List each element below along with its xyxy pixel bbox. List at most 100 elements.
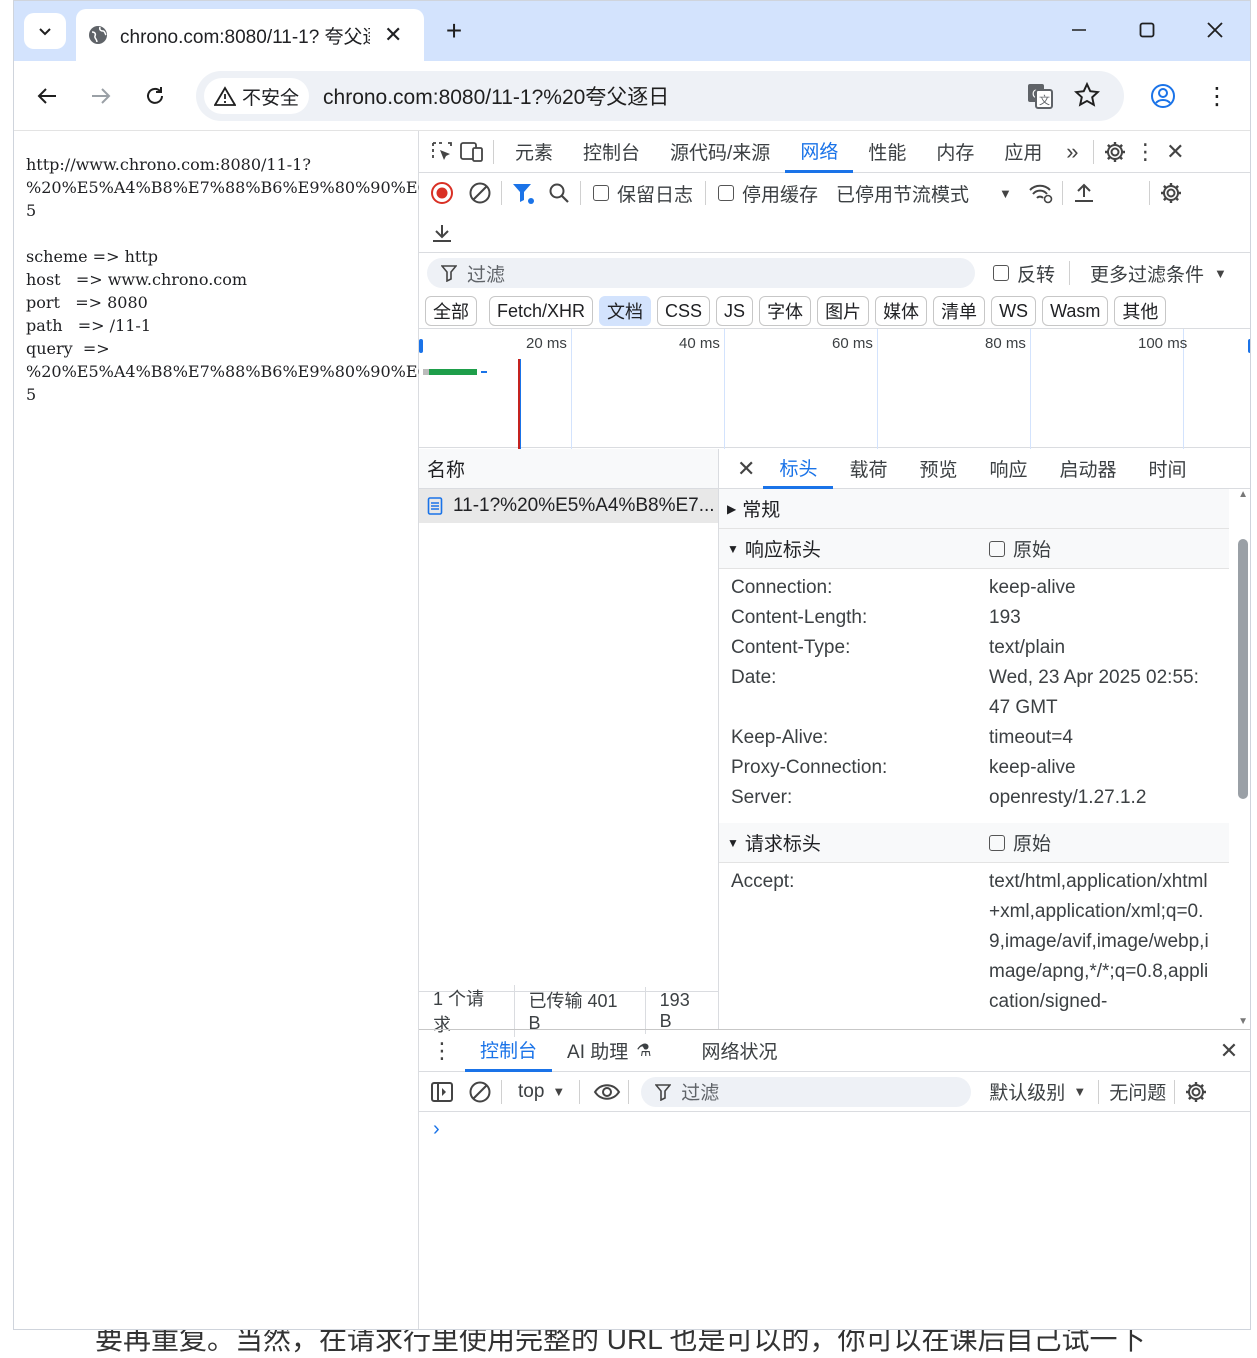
tab-payload[interactable]: 载荷 xyxy=(833,449,903,489)
request-headers-section[interactable]: ▼ 请求标头 原始 xyxy=(719,823,1229,863)
type-filter-chip[interactable]: 图片 xyxy=(817,296,870,326)
reload-button[interactable] xyxy=(140,81,170,111)
console-settings-icon[interactable] xyxy=(1181,1077,1211,1107)
disable-cache-checkbox[interactable]: 停用缓存 xyxy=(718,180,818,207)
invert-checkbox[interactable]: 反转 xyxy=(993,260,1055,287)
new-tab-button[interactable]: + xyxy=(438,15,470,47)
tab-initiator[interactable]: 启动器 xyxy=(1044,449,1133,489)
scroll-up-icon[interactable]: ▲ xyxy=(1238,489,1248,500)
tab-elements[interactable]: 元素 xyxy=(500,131,568,173)
network-timeline[interactable]: 20 ms 40 ms 60 ms 80 ms 100 ms xyxy=(419,328,1250,449)
export-har-icon[interactable] xyxy=(427,218,457,248)
close-details-icon[interactable]: ✕ xyxy=(737,456,755,482)
console-filter-input[interactable]: 过滤 xyxy=(641,1076,972,1107)
more-filters-dropdown[interactable]: 更多过滤条件 xyxy=(1090,260,1204,287)
close-devtools-icon[interactable]: ✕ xyxy=(1160,137,1190,167)
general-section-header[interactable]: ▶ 常规 xyxy=(719,489,1229,529)
tab-performance[interactable]: 性能 xyxy=(853,131,921,173)
console-prompt-icon[interactable]: › xyxy=(419,1112,1250,1147)
device-toolbar-icon[interactable] xyxy=(457,137,487,167)
tab-application[interactable]: 应用 xyxy=(989,131,1057,173)
general-label: 常规 xyxy=(742,500,781,521)
url-text[interactable]: chrono.com:8080/11-1?%20夸父逐日 xyxy=(323,81,669,111)
close-drawer-icon[interactable]: ✕ xyxy=(1214,1036,1244,1066)
browser-tab[interactable]: chrono.com:8080/11-1? 夸父逐日 ✕ xyxy=(76,9,424,61)
more-tabs-icon[interactable]: » xyxy=(1057,137,1087,167)
scroll-down-icon[interactable]: ▼ xyxy=(1238,1016,1248,1027)
settings-gear-icon[interactable] xyxy=(1100,137,1130,167)
import-har-icon[interactable] xyxy=(1069,178,1099,208)
tab-sources[interactable]: 源代码/来源 xyxy=(655,131,785,173)
tab-network[interactable]: 网络 xyxy=(785,131,854,173)
context-selector[interactable]: top xyxy=(518,1081,544,1103)
drawer-tabs: ⋮ 控制台 AI 助理 ⚗ 网络状况 ✕ xyxy=(419,1030,1250,1072)
type-filter-chip[interactable]: 其他 xyxy=(1114,296,1167,326)
preserve-log-label: 保留日志 xyxy=(617,184,694,206)
preserve-log-checkbox[interactable]: 保留日志 xyxy=(593,180,693,207)
tab-headers[interactable]: 标头 xyxy=(763,449,834,489)
network-settings-icon[interactable] xyxy=(1156,178,1186,208)
close-window-button[interactable] xyxy=(1200,15,1230,45)
throttling-select[interactable]: 已停用节流模式 xyxy=(836,180,969,207)
drawer-tab-network-conditions[interactable]: 网络状况 xyxy=(687,1030,793,1072)
type-filter-chip[interactable]: Wasm xyxy=(1042,296,1109,326)
live-expression-eye-icon[interactable] xyxy=(592,1077,622,1107)
log-level-dropdown[interactable]: 默认级别 xyxy=(989,1078,1065,1105)
tab-memory[interactable]: 内存 xyxy=(921,131,989,173)
drawer-menu-icon[interactable]: ⋮ xyxy=(427,1036,457,1066)
inspect-element-icon[interactable] xyxy=(427,137,457,167)
type-filter-chip[interactable]: CSS xyxy=(657,296,711,326)
security-chip[interactable]: 不安全 xyxy=(204,78,310,114)
search-icon[interactable] xyxy=(544,178,574,208)
type-filter-chip[interactable]: 全部 xyxy=(425,296,477,326)
type-filter-chip[interactable]: 字体 xyxy=(759,296,812,326)
type-filter-chip[interactable]: Fetch/XHR xyxy=(489,296,594,326)
record-stop-icon[interactable] xyxy=(427,178,457,208)
dropdown-arrow-icon[interactable]: ▼ xyxy=(999,186,1012,201)
response-headers-section[interactable]: ▼ 响应标头 原始 xyxy=(719,529,1229,569)
tab-preview[interactable]: 预览 xyxy=(903,449,973,489)
tab-search-button[interactable] xyxy=(24,13,66,49)
log-level-arrow-icon[interactable]: ▼ xyxy=(1073,1084,1086,1099)
address-bar[interactable]: 不安全 chrono.com:8080/11-1?%20夸父逐日 G文 xyxy=(196,71,1124,121)
close-tab-icon[interactable]: ✕ xyxy=(384,22,402,48)
drawer-tab-console[interactable]: 控制台 xyxy=(465,1030,553,1072)
response-raw-checkbox[interactable]: 原始 xyxy=(989,535,1051,562)
devtools-menu-icon[interactable]: ⋮ xyxy=(1130,137,1160,167)
clear-icon[interactable] xyxy=(465,178,495,208)
type-filter-chip[interactable]: 文档 xyxy=(599,296,652,326)
menu-button[interactable]: ⋮ xyxy=(1202,81,1232,111)
sidebar-toggle-icon[interactable] xyxy=(427,1077,457,1107)
request-raw-checkbox[interactable]: 原始 xyxy=(989,829,1051,856)
devtools-panel: 元素 控制台 源代码/来源 网络 性能 内存 应用 » ⋮ ✕ 保留日志 停用缓… xyxy=(419,131,1250,1329)
console-toolbar: top ▼ 过滤 默认级别 ▼ 无问题 xyxy=(419,1072,1250,1112)
request-row[interactable]: 11-1?%20%E5%A4%B8%E7... xyxy=(419,489,718,523)
back-button[interactable] xyxy=(32,81,62,111)
name-column-header[interactable]: 名称 xyxy=(419,449,718,489)
type-filter-chip[interactable]: WS xyxy=(991,296,1037,326)
bookmark-star-icon[interactable] xyxy=(1073,81,1102,110)
maximize-button[interactable] xyxy=(1132,15,1162,45)
tab-response[interactable]: 响应 xyxy=(973,449,1043,489)
header-value: text/html,application/xhtml+xml,applicat… xyxy=(989,871,1209,1012)
forward-button[interactable] xyxy=(86,81,116,111)
profile-button[interactable] xyxy=(1148,81,1178,111)
drawer-tab-ai-assistant[interactable]: AI 助理 ⚗ xyxy=(552,1030,666,1072)
translate-icon[interactable]: G文 xyxy=(1026,82,1054,110)
timeline-right-handle[interactable] xyxy=(1248,339,1250,353)
type-filter-chip[interactable]: JS xyxy=(716,296,754,326)
more-filters-arrow-icon[interactable]: ▼ xyxy=(1214,266,1227,281)
details-scrollbar[interactable] xyxy=(1238,539,1248,799)
network-conditions-icon[interactable] xyxy=(1026,178,1056,208)
issues-counter[interactable]: 无问题 xyxy=(1109,1078,1166,1105)
filter-input[interactable]: 过滤 xyxy=(427,258,975,288)
header-value: text/plain xyxy=(989,637,1066,658)
clear-console-icon[interactable] xyxy=(465,1077,495,1107)
filter-funnel-icon[interactable] xyxy=(508,178,538,208)
tab-console[interactable]: 控制台 xyxy=(568,131,655,173)
tab-timing[interactable]: 时间 xyxy=(1133,449,1203,489)
minimize-button[interactable] xyxy=(1064,15,1094,45)
context-dropdown-icon[interactable]: ▼ xyxy=(552,1084,565,1099)
type-filter-chip[interactable]: 媒体 xyxy=(875,296,928,326)
type-filter-chip[interactable]: 清单 xyxy=(933,296,986,326)
